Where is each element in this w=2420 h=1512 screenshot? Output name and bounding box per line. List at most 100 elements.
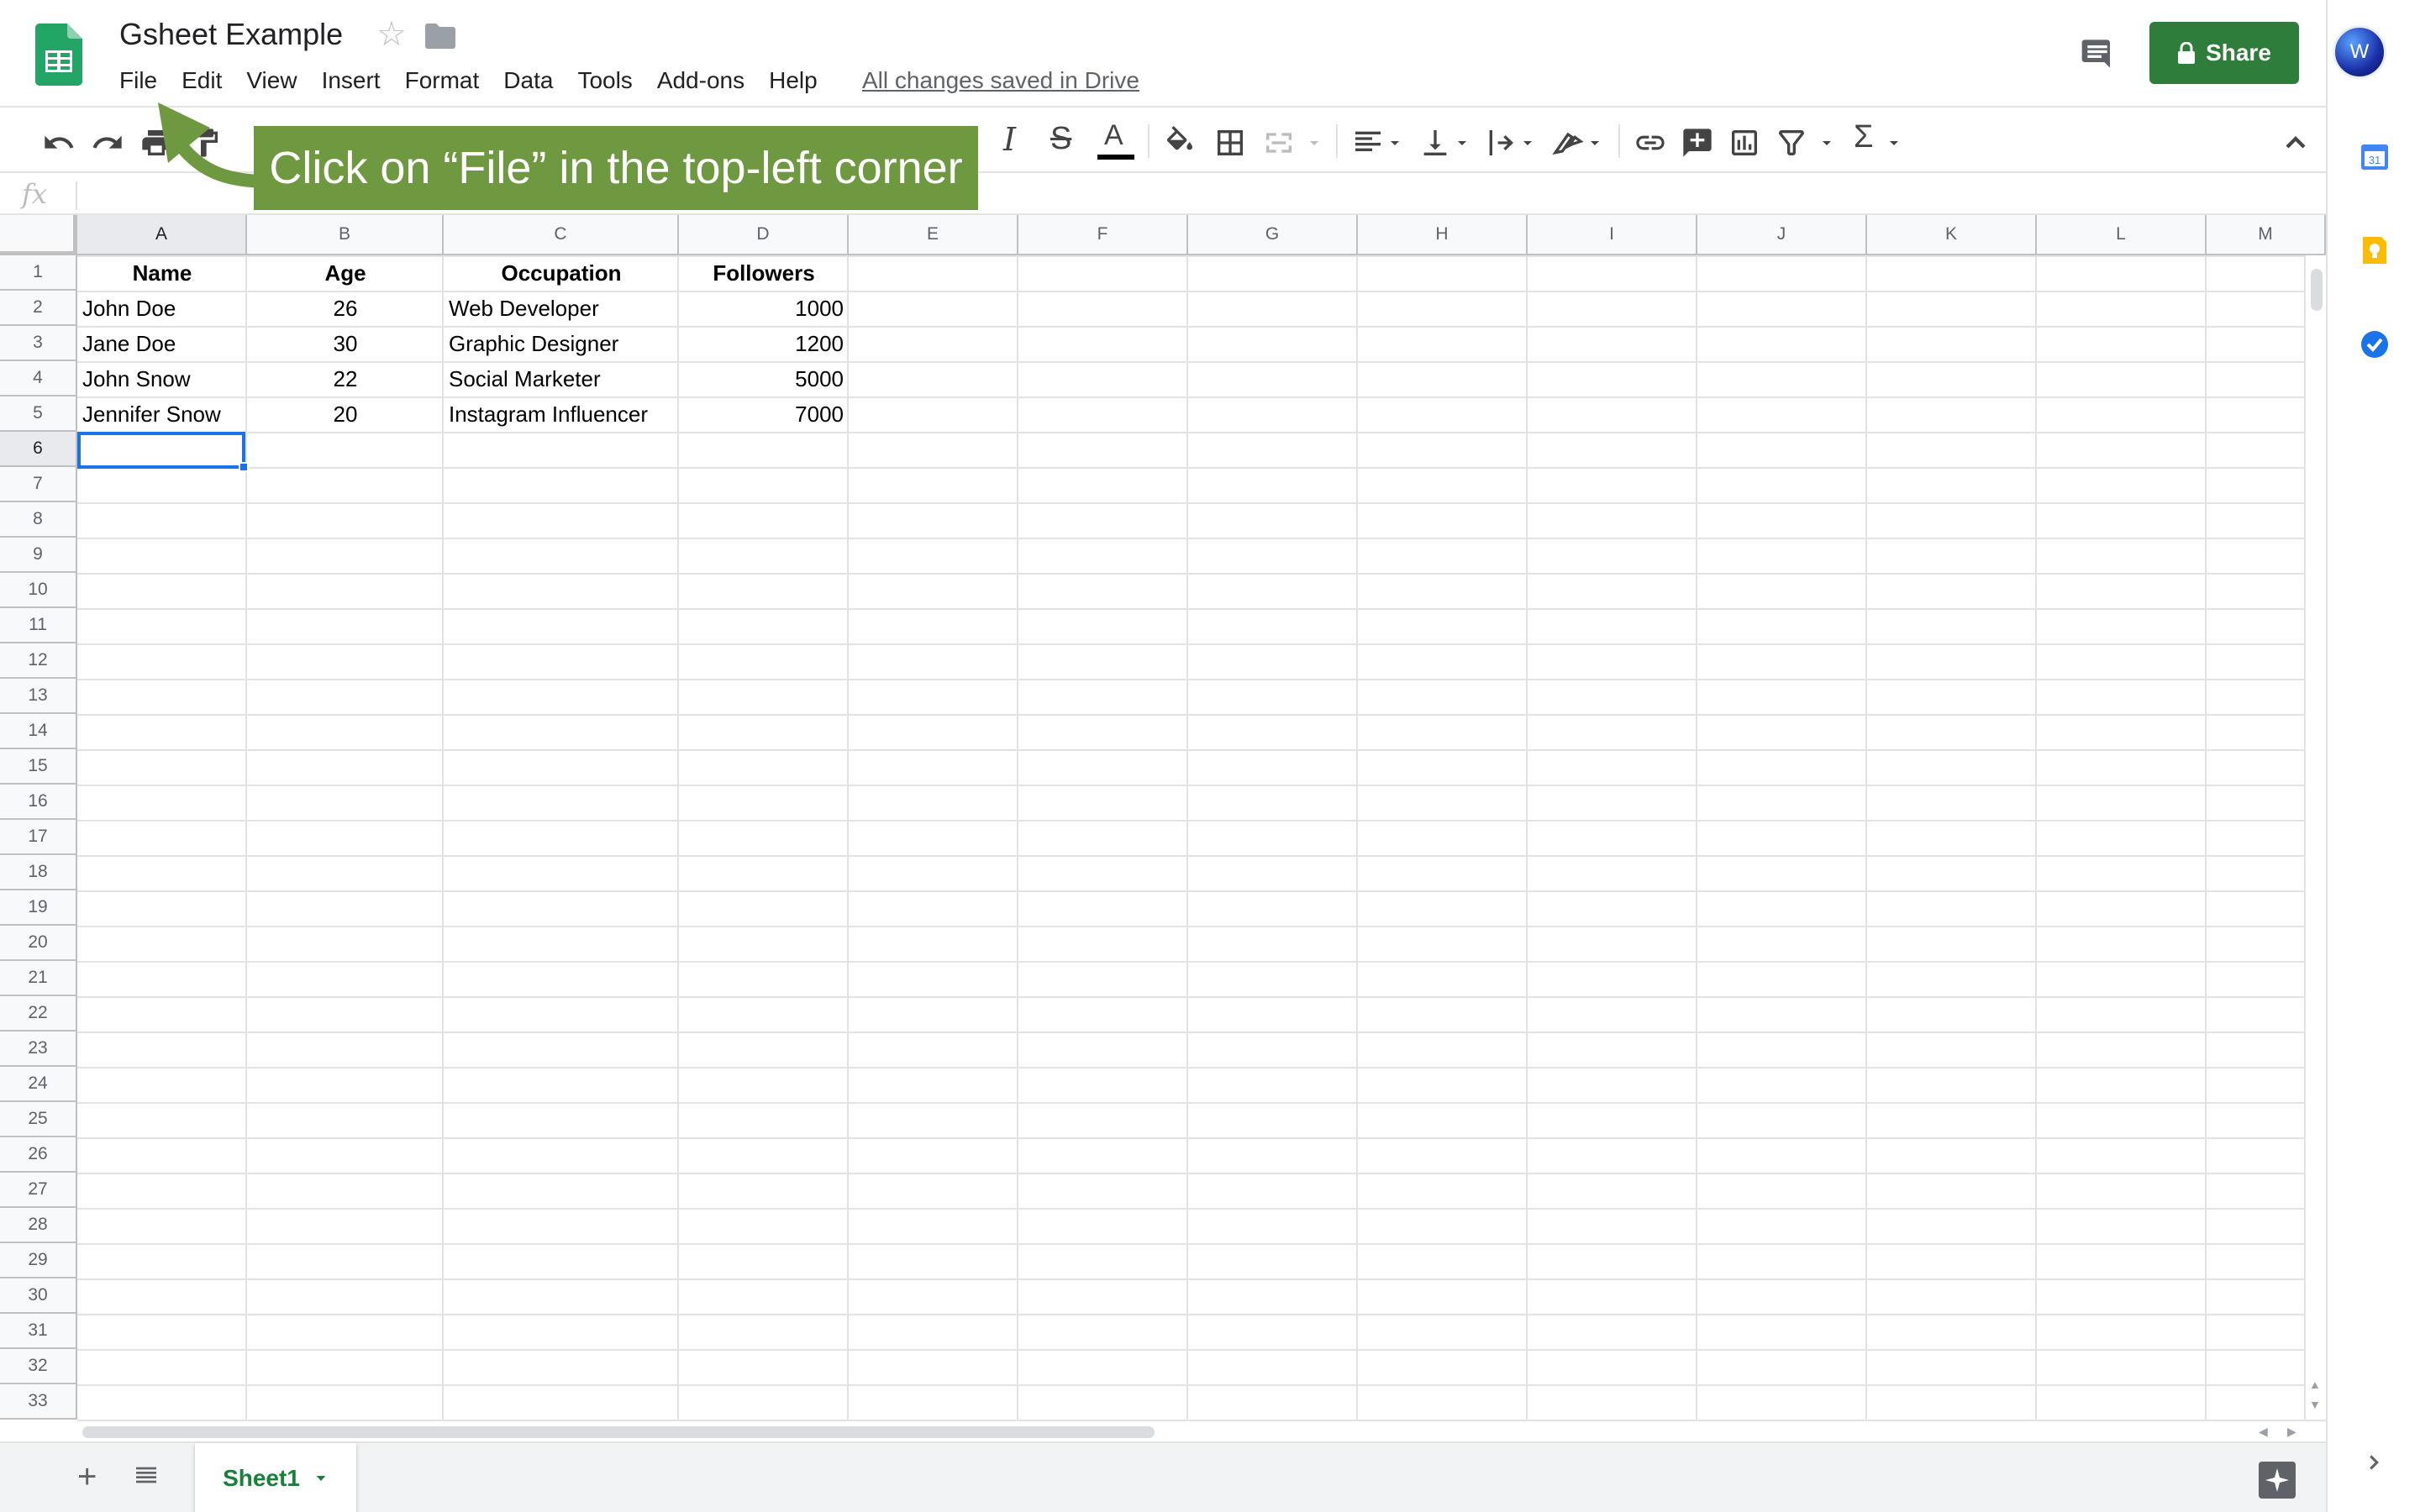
horizontal-align-icon[interactable] [1351, 126, 1385, 160]
row-header[interactable]: 14 [0, 714, 77, 749]
insert-link-icon[interactable] [1634, 126, 1667, 160]
column-header-m[interactable]: M [2207, 215, 2326, 255]
row-header[interactable]: 1 [0, 255, 77, 291]
cell-c1[interactable]: Occupation [444, 255, 679, 291]
cell-d5[interactable]: 7000 [679, 396, 849, 432]
expand-panel-chevron-icon[interactable] [2361, 1450, 2386, 1475]
row-header[interactable]: 9 [0, 538, 77, 573]
save-status-link[interactable]: All changes saved in Drive [862, 67, 1139, 94]
row-header[interactable]: 17 [0, 820, 77, 855]
row-header[interactable]: 15 [0, 749, 77, 785]
fill-color-icon[interactable] [1163, 126, 1197, 160]
italic-icon[interactable]: I [1003, 121, 1016, 158]
horizontal-scroll-thumb[interactable] [82, 1426, 1155, 1438]
borders-icon[interactable] [1213, 126, 1247, 160]
row-header[interactable]: 11 [0, 608, 77, 643]
account-avatar[interactable]: W [2333, 25, 2386, 79]
menu-add-ons[interactable]: Add-ons [657, 67, 744, 97]
folder-icon[interactable] [425, 24, 455, 49]
wrap-dropdown-icon[interactable] [1518, 126, 1538, 160]
merge-dropdown-icon[interactable] [1304, 126, 1324, 160]
cell-c2[interactable]: Web Developer [444, 291, 679, 326]
row-header[interactable]: 12 [0, 643, 77, 679]
row-header[interactable]: 30 [0, 1278, 77, 1314]
add-sheet-icon[interactable]: + [77, 1458, 97, 1496]
row-header[interactable]: 33 [0, 1384, 77, 1420]
text-color-icon[interactable]: A [1097, 119, 1134, 163]
row-header[interactable]: 28 [0, 1208, 77, 1243]
row-header[interactable]: 22 [0, 996, 77, 1032]
menu-tools[interactable]: Tools [577, 67, 632, 97]
cell-b1[interactable]: Age [247, 255, 444, 291]
valign-dropdown-icon[interactable] [1452, 126, 1472, 160]
row-header[interactable]: 24 [0, 1067, 77, 1102]
cell-a2[interactable]: John Doe [77, 291, 247, 326]
cell-a4[interactable]: John Snow [77, 361, 247, 396]
row-header[interactable]: 18 [0, 855, 77, 890]
insert-comment-icon[interactable] [1681, 126, 1714, 160]
comments-icon[interactable] [2081, 37, 2114, 71]
cell-a1[interactable]: Name [77, 255, 247, 291]
spreadsheet-grid[interactable]: A B C D E F G H I J K L M 1 2 3 4 5 6 7 … [0, 215, 2326, 1420]
menu-help[interactable]: Help [769, 67, 818, 97]
cell-a5[interactable]: Jennifer Snow [77, 396, 247, 432]
row-header[interactable]: 6 [0, 432, 77, 467]
cell-c4[interactable]: Social Marketer [444, 361, 679, 396]
filter-icon[interactable] [1775, 126, 1808, 160]
row-header[interactable]: 16 [0, 785, 77, 820]
row-header[interactable]: 26 [0, 1137, 77, 1173]
fill-handle[interactable] [239, 462, 249, 472]
align-dropdown-icon[interactable] [1385, 126, 1405, 160]
row-header[interactable]: 2 [0, 291, 77, 326]
row-header[interactable]: 25 [0, 1102, 77, 1137]
row-header[interactable]: 23 [0, 1032, 77, 1067]
row-header[interactable]: 10 [0, 573, 77, 608]
column-header-b[interactable]: B [247, 215, 444, 255]
cell-c3[interactable]: Graphic Designer [444, 326, 679, 361]
column-header-e[interactable]: E [849, 215, 1018, 255]
vertical-align-icon[interactable] [1418, 126, 1452, 160]
row-header[interactable]: 32 [0, 1349, 77, 1384]
all-sheets-menu-icon[interactable] [133, 1462, 160, 1488]
vertical-scroll-thumb[interactable] [2311, 269, 2323, 311]
menu-insert[interactable]: Insert [322, 67, 381, 97]
tasks-icon[interactable] [2358, 328, 2391, 361]
column-header-j[interactable]: J [1697, 215, 1867, 255]
cell-b5[interactable]: 20 [247, 396, 444, 432]
scroll-up-icon[interactable]: ▲ [2309, 1378, 2321, 1391]
column-header-g[interactable]: G [1188, 215, 1358, 255]
row-header[interactable]: 27 [0, 1173, 77, 1208]
sheet-tab-dropdown-icon[interactable] [313, 1471, 329, 1486]
text-rotation-icon[interactable] [1551, 126, 1585, 160]
rotation-dropdown-icon[interactable] [1585, 126, 1605, 160]
cell-b2[interactable]: 26 [247, 291, 444, 326]
filter-dropdown-icon[interactable] [1817, 126, 1837, 160]
column-header-l[interactable]: L [2037, 215, 2207, 255]
selected-cell-a6[interactable] [77, 432, 245, 469]
column-header-f[interactable]: F [1018, 215, 1188, 255]
sheets-logo-icon[interactable] [35, 24, 82, 86]
column-header-k[interactable]: K [1867, 215, 2037, 255]
row-header[interactable]: 20 [0, 926, 77, 961]
row-header[interactable]: 31 [0, 1314, 77, 1349]
column-header-d[interactable]: D [679, 215, 849, 255]
column-header-a[interactable]: A [77, 215, 247, 255]
strikethrough-icon[interactable]: S [1050, 121, 1071, 157]
row-header[interactable]: 21 [0, 961, 77, 996]
menu-format[interactable]: Format [405, 67, 480, 97]
row-header[interactable]: 29 [0, 1243, 77, 1278]
undo-icon[interactable] [42, 126, 76, 160]
cell-a3[interactable]: Jane Doe [77, 326, 247, 361]
share-button[interactable]: Share [2149, 22, 2299, 84]
row-header[interactable]: 19 [0, 890, 77, 926]
column-header-h[interactable]: H [1358, 215, 1528, 255]
scroll-left-icon[interactable]: ◀ [2259, 1425, 2268, 1439]
row-header[interactable]: 13 [0, 679, 77, 714]
menu-view[interactable]: View [246, 67, 297, 97]
select-all-corner[interactable] [0, 215, 77, 255]
star-icon[interactable]: ☆ [376, 15, 407, 54]
row-header[interactable]: 3 [0, 326, 77, 361]
menu-data[interactable]: Data [503, 67, 553, 97]
cell-d1[interactable]: Followers [679, 255, 849, 291]
explore-icon[interactable] [2259, 1462, 2296, 1499]
